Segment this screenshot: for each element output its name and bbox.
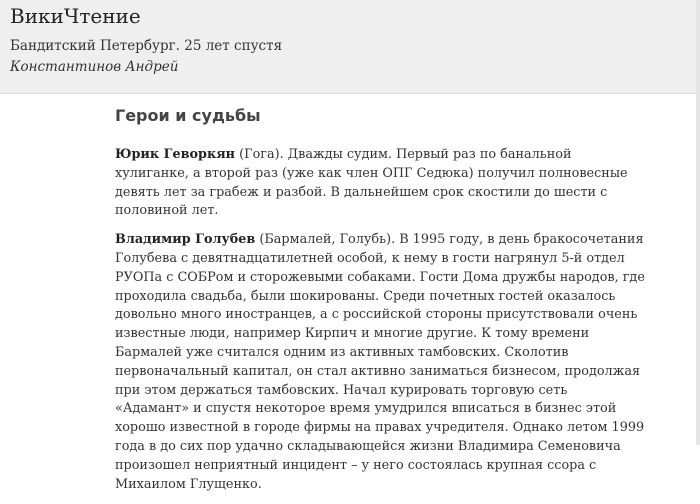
section-title: Герои и судьбы <box>115 106 261 125</box>
paragraph-geworkyan: Юрик Геворкян (Гога). Дважды судим. Перв… <box>115 146 645 221</box>
person-name: Юрик Геворкян <box>115 147 236 162</box>
person-name: Владимир Голубев <box>115 232 256 248</box>
article-content: Герои и судьбы Юрик Геворкян (Гога). Два… <box>115 94 645 504</box>
site-title-link[interactable]: ВикиЧтение <box>10 4 141 28</box>
page-scrollbar[interactable] <box>696 0 700 445</box>
book-title: Бандитский Петербург. 25 лет спустя <box>10 38 283 54</box>
site-header: ВикиЧтение Бандитский Петербург. 25 лет … <box>0 0 700 94</box>
book-author: Константинов Андрей <box>10 59 179 75</box>
paragraph-golubev: Владимир Голубев (Бармалей, Голубь). В 1… <box>115 231 645 494</box>
paragraph-text: (Бармалей, Голубь). В 1995 году, в день … <box>115 232 645 492</box>
